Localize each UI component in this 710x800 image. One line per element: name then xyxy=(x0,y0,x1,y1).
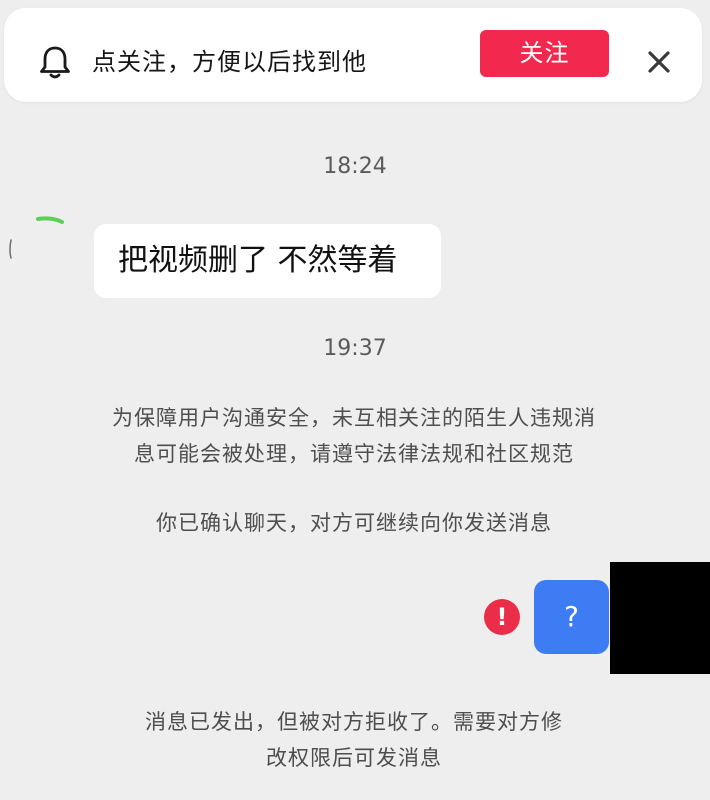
avatar-image xyxy=(9,216,64,259)
follow-prompt-text: 点关注，方便以后找到他 xyxy=(92,48,367,76)
redacted-avatar xyxy=(610,562,710,674)
outgoing-message-bubble[interactable]: ? xyxy=(534,580,609,654)
message-timestamp: 18:24 xyxy=(323,154,387,179)
incoming-message-bubble[interactable]: 把视频删了 不然等着 xyxy=(94,224,441,298)
safety-notice-line: 息可能会被处理，请遵守法律法规和社区规范 xyxy=(134,442,574,466)
chat-confirmed-notice: 你已确认聊天，对方可继续向你发送消息 xyxy=(70,505,638,541)
contact-avatar[interactable] xyxy=(0,210,70,280)
rejected-notice-line: 改权限后可发消息 xyxy=(266,746,442,770)
rejected-notice: 消息已发出，但被对方拒收了。需要对方修 改权限后可发消息 xyxy=(70,704,638,776)
safety-notice-line: 为保障用户沟通安全，未互相关注的陌生人违规消 xyxy=(112,406,596,430)
rejected-notice-line: 消息已发出，但被对方拒收了。需要对方修 xyxy=(145,710,563,734)
follow-banner: 点关注，方便以后找到他 关注 xyxy=(4,8,702,102)
chat-confirmed-text: 你已确认聊天，对方可继续向你发送消息 xyxy=(156,511,552,535)
close-icon[interactable] xyxy=(642,44,676,80)
safety-notice: 为保障用户沟通安全，未互相关注的陌生人违规消 息可能会被处理，请遵守法律法规和社… xyxy=(70,400,638,472)
send-failed-icon[interactable]: ! xyxy=(484,599,520,635)
bell-icon xyxy=(40,46,70,79)
message-timestamp: 19:37 xyxy=(323,336,387,361)
follow-button[interactable]: 关注 xyxy=(480,30,609,77)
